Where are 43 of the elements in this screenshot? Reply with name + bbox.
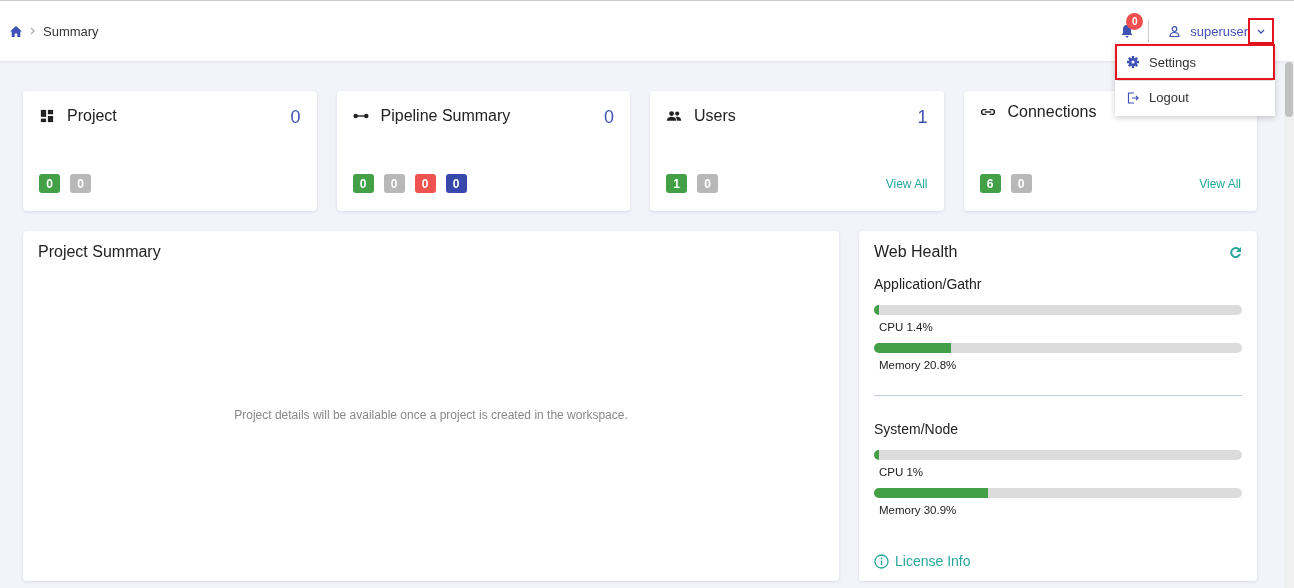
card-title: Users — [694, 106, 736, 125]
count-badge: 0 — [383, 174, 405, 193]
count-badge: 0 — [445, 174, 467, 193]
notification-badge: 0 — [1126, 13, 1144, 30]
logout-icon — [1127, 91, 1139, 104]
usage-label: CPU 1% — [879, 466, 925, 478]
dropdown-button[interactable] — [1250, 20, 1272, 42]
card-count: 0 — [290, 107, 301, 128]
menu-item[interactable]: Logout — [1117, 80, 1273, 114]
count-badge: 1 — [666, 174, 687, 193]
panel-title: Web Health — [874, 243, 958, 261]
count-badge: 0 — [414, 174, 436, 193]
count-badge: 0 — [1010, 174, 1032, 193]
count-badge: 0 — [70, 174, 91, 193]
scrollbar-thumb[interactable] — [1285, 62, 1293, 117]
count-badge: 0 — [352, 174, 374, 193]
count-badge: 0 — [39, 174, 60, 193]
card-title: Project — [67, 106, 117, 125]
card-title: Pipeline Summary — [380, 106, 511, 125]
menu-item[interactable]: Settings — [1117, 46, 1273, 78]
chevron-right-icon — [30, 27, 35, 35]
dashboard-icon — [39, 108, 55, 123]
card-title: Connections — [1007, 103, 1097, 121]
user-icon — [1169, 25, 1181, 37]
card-count: 1 — [917, 107, 928, 128]
usage-label: Memory 20.8% — [879, 359, 958, 371]
empty-message: Project details will be available once a project is created in the workspace. — [234, 408, 628, 422]
breadcrumb-item: Summary — [43, 23, 99, 39]
chevron-down-icon — [1257, 28, 1265, 34]
count-badge: 6 — [979, 174, 1001, 193]
info-icon — [874, 553, 889, 569]
card-count: 0 — [604, 107, 614, 128]
group-title: Application/Gathr — [874, 276, 983, 292]
home-icon[interactable] — [10, 25, 22, 37]
panel-title: Project Summary — [38, 243, 162, 261]
settings-icon — [1127, 56, 1139, 68]
group-title: System/Node — [874, 421, 960, 437]
usage-label: CPU 1.4% — [879, 321, 934, 333]
count-badge: 0 — [697, 174, 718, 193]
user-name[interactable]: superuser — [1190, 23, 1248, 39]
users-icon — [666, 108, 682, 123]
refresh-icon[interactable] — [1229, 245, 1242, 259]
usage-label: Memory 30.9% — [879, 504, 958, 516]
